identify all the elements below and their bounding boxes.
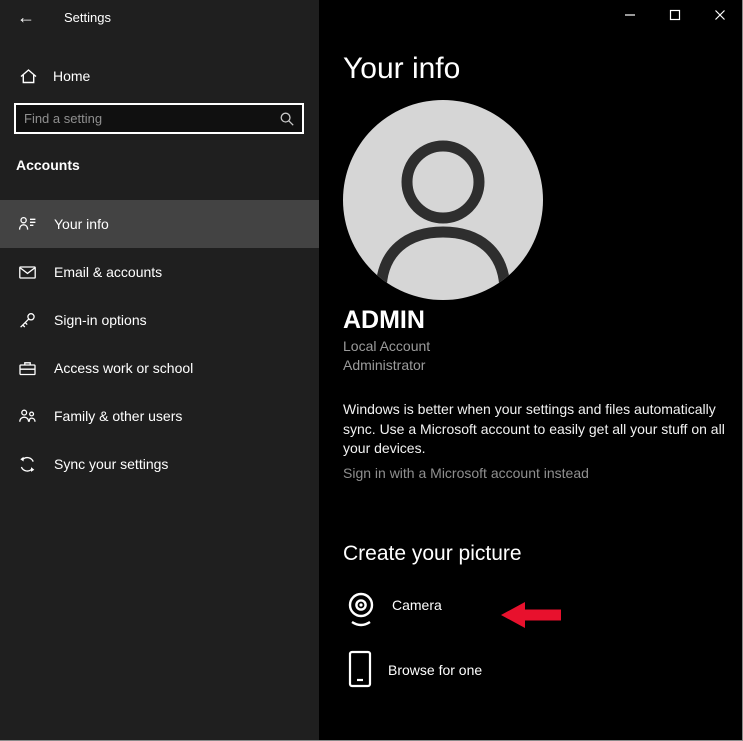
signin-key-icon: [18, 311, 37, 330]
email-icon: [18, 263, 37, 282]
browse-option[interactable]: Browse for one: [347, 650, 482, 690]
sidebar-item-your-info[interactable]: Your info: [0, 200, 319, 248]
section-heading-accounts: Accounts: [16, 157, 80, 173]
camera-label: Camera: [392, 597, 442, 613]
sidebar-item-label: Sync your settings: [54, 456, 168, 472]
family-icon: [18, 407, 37, 426]
search-icon[interactable]: [272, 111, 302, 127]
back-button[interactable]: ←: [8, 2, 44, 32]
avatar: [343, 100, 543, 300]
app-title: Settings: [64, 10, 111, 25]
close-icon: [714, 9, 726, 21]
your-info-icon: [18, 215, 37, 234]
sidebar-item-home[interactable]: Home: [0, 58, 319, 94]
home-label: Home: [53, 68, 90, 84]
sidebar-item-label: Family & other users: [54, 408, 182, 424]
sidebar-item-signin-options[interactable]: Sign-in options: [0, 296, 319, 344]
sidebar-item-family-other-users[interactable]: Family & other users: [0, 392, 319, 440]
camera-icon: [343, 590, 379, 628]
sidebar-nav: Your info Email & accounts: [0, 200, 319, 488]
sidebar-item-label: Access work or school: [54, 360, 193, 376]
camera-option[interactable]: Camera: [343, 590, 442, 628]
home-icon: [19, 67, 38, 86]
account-line1: Local Account: [343, 337, 430, 356]
create-picture-heading: Create your picture: [343, 542, 522, 566]
account-type: Local Account Administrator: [343, 337, 430, 375]
maximize-button[interactable]: [652, 0, 697, 30]
microsoft-account-link[interactable]: Sign in with a Microsoft account instead: [343, 465, 589, 481]
window-controls: [607, 0, 742, 30]
account-name: ADMIN: [343, 306, 425, 335]
sidebar-item-sync-settings[interactable]: Sync your settings: [0, 440, 319, 488]
account-line2: Administrator: [343, 356, 430, 375]
search-box: [14, 103, 304, 134]
sidebar-item-label: Email & accounts: [54, 264, 162, 280]
page-title: Your info: [343, 52, 460, 86]
sidebar-item-access-work-school[interactable]: Access work or school: [0, 344, 319, 392]
titlebar: ← Settings: [0, 0, 319, 40]
browse-file-icon: [347, 650, 373, 690]
sync-icon: [18, 455, 37, 474]
annotation-arrow-icon: [501, 600, 563, 630]
sidebar-item-label: Sign-in options: [54, 312, 147, 328]
minimize-button[interactable]: [607, 0, 652, 30]
sidebar-item-label: Your info: [54, 216, 109, 232]
maximize-icon: [669, 9, 681, 21]
sidebar-item-email-accounts[interactable]: Email & accounts: [0, 248, 319, 296]
search-input[interactable]: [16, 111, 272, 126]
work-briefcase-icon: [18, 359, 37, 378]
minimize-icon: [624, 9, 636, 21]
settings-window: ← Settings Home Accounts: [0, 0, 743, 741]
main-pane: Your info ADMIN Local Account Administra…: [319, 0, 742, 740]
close-button[interactable]: [697, 0, 742, 30]
person-icon: [343, 100, 543, 300]
browse-label: Browse for one: [388, 662, 482, 678]
sync-description: Windows is better when your settings and…: [343, 400, 729, 459]
sidebar: ← Settings Home Accounts: [0, 0, 319, 740]
